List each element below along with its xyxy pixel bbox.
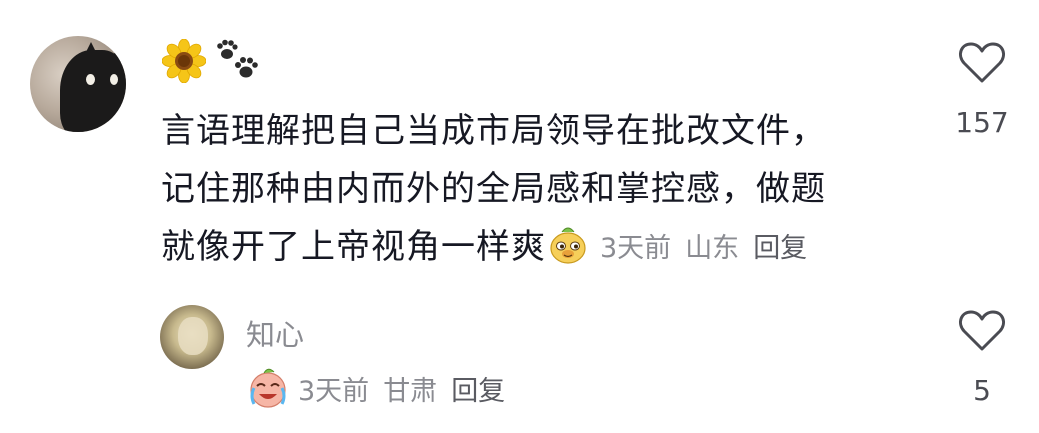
comment-line: 记住那种由内而外的全局感和掌控感，做题 — [161, 169, 826, 209]
comment-username[interactable] — [162, 38, 260, 84]
sunflower-icon — [162, 39, 206, 83]
comment-line-text: 就像开了上帝视角一样爽 — [161, 227, 546, 267]
heart-icon[interactable] — [958, 308, 1006, 352]
like-count: 157 — [955, 106, 1009, 139]
smug-mole-emoji-icon — [550, 227, 586, 264]
reply-button[interactable]: 回复 — [753, 220, 807, 278]
reply-like[interactable]: 5 — [942, 308, 1022, 407]
reply-username[interactable]: 知心 — [246, 312, 304, 354]
comment-like[interactable]: 157 — [942, 40, 1022, 139]
comment-line: 言语理解把自己当成市局领导在批改文件， — [161, 111, 826, 151]
reply-reply-button[interactable]: 回复 — [451, 369, 505, 408]
reply-location: 甘肃 — [383, 375, 438, 407]
reply-avatar[interactable] — [160, 305, 224, 369]
comment-meta: 3天前 山东 回复 — [600, 220, 821, 278]
reply-meta: 3天前 甘肃 回复 — [246, 366, 519, 410]
comment-time: 3天前 — [600, 232, 672, 264]
like-count: 5 — [973, 374, 991, 407]
comment-line-last: 就像开了上帝视角一样爽 3天前 山东 回复 — [161, 218, 881, 278]
crying-laughing-emoji-icon — [250, 368, 286, 408]
comment-text: 言语理解把自己当成市局领导在批改文件， 记住那种由内而外的全局感和掌控感，做题 … — [161, 102, 881, 278]
paw-prints-icon — [217, 39, 258, 78]
reply-time: 3天前 — [298, 375, 370, 407]
heart-icon[interactable] — [958, 40, 1006, 84]
comment-location: 山东 — [685, 232, 740, 264]
avatar[interactable] — [30, 36, 126, 132]
